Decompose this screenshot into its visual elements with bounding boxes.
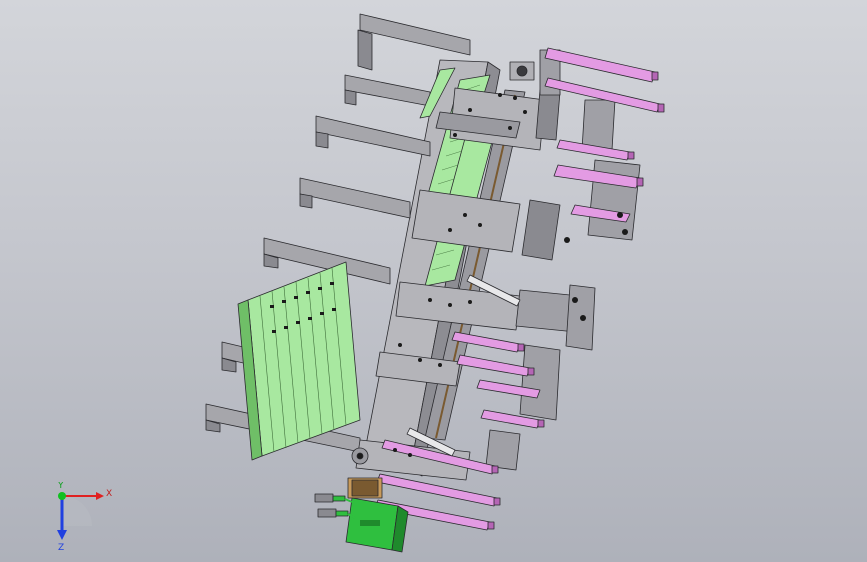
y-axis-dot (58, 492, 66, 500)
triad-background-arc (62, 496, 92, 526)
axis-triad: X Y Z (57, 482, 112, 552)
x-axis-label: X (106, 489, 112, 499)
z-arrowhead-icon (57, 530, 67, 540)
green-plate-stack (237, 261, 361, 461)
top-mount (509, 61, 535, 81)
y-axis-label: Y (57, 482, 64, 491)
3d-model-viewport[interactable] (0, 0, 867, 562)
assembly-model[interactable] (205, 13, 665, 553)
x-arrowhead-icon (96, 492, 104, 500)
z-axis-label: Z (58, 543, 64, 552)
